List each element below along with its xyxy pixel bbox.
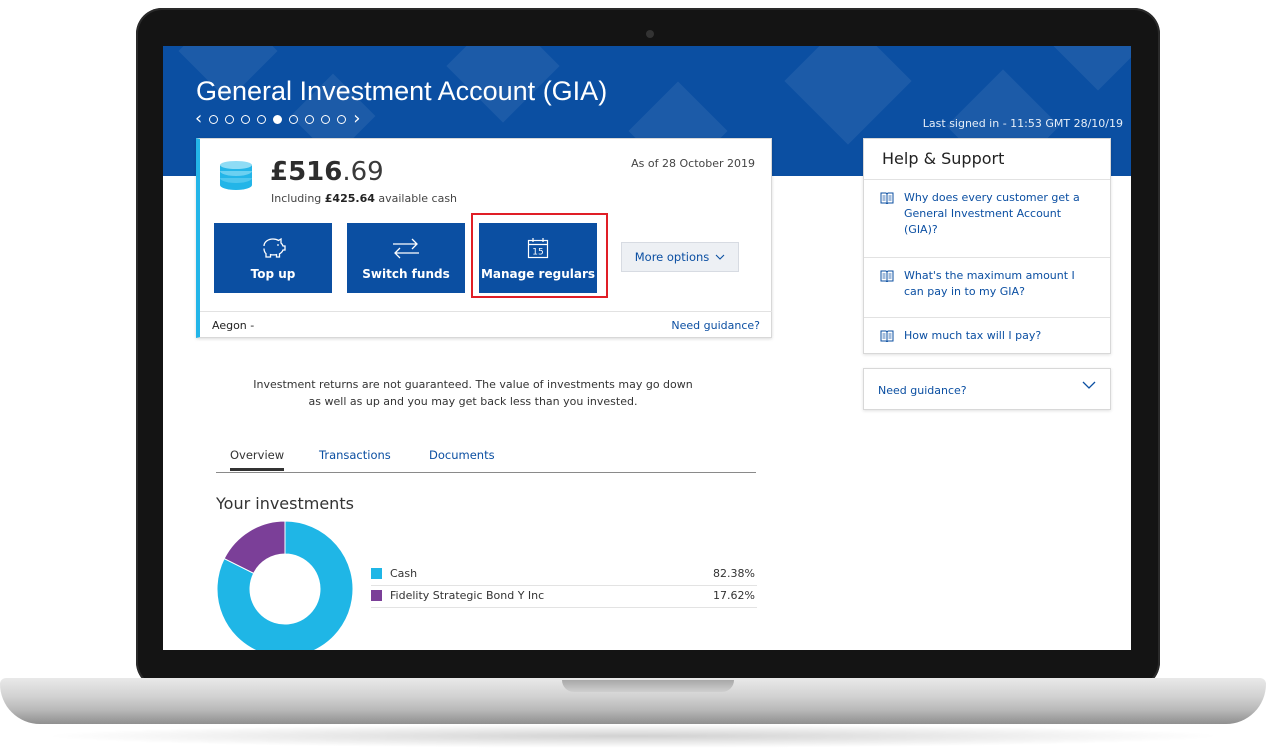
holding-name: Cash — [390, 567, 418, 580]
tab-documents[interactable]: Documents — [429, 448, 495, 462]
legend-row-cash: Cash 82.38% — [371, 566, 757, 586]
carousel-prev-arrow[interactable]: ‹ — [195, 110, 202, 128]
account-tabs: Overview Transactions Documents — [216, 448, 756, 473]
carousel-next-arrow[interactable]: › — [353, 110, 360, 128]
help-item-label: How much tax will I pay? — [904, 329, 1042, 342]
holding-name: Fidelity Strategic Bond Y Inc — [390, 589, 545, 602]
help-support-panel: Help & Support Why does every customer g… — [863, 138, 1111, 354]
available-cash-amount: £425.64 — [324, 192, 375, 205]
chevron-down-icon — [715, 254, 725, 260]
cash-prefix: Including — [271, 192, 325, 205]
card-footer: Aegon - Need guidance? — [200, 311, 772, 339]
more-options-label: More options — [634, 250, 710, 264]
chevron-down-icon — [1082, 381, 1096, 389]
app-screen: General Investment Account (GIA) ‹ › Las… — [163, 46, 1131, 650]
balance-whole: £516 — [270, 157, 343, 187]
holding-percent: 82.38% — [713, 567, 755, 580]
book-icon — [880, 330, 894, 342]
top-up-button[interactable]: Top up — [214, 223, 332, 293]
legend-swatch-fidelity — [371, 590, 382, 601]
carousel-dot-active[interactable] — [273, 114, 283, 124]
investments-donut-chart — [216, 520, 354, 650]
investments-legend: Cash 82.38% Fidelity Strategic Bond Y In… — [371, 566, 757, 608]
balance-pence: .69 — [342, 157, 384, 187]
available-cash-note: Including £425.64 available cash — [271, 192, 457, 205]
laptop-base-notch — [562, 680, 734, 692]
disclaimer-line-2: as well as up and you may get back less … — [308, 395, 638, 408]
highlight-annotation — [471, 213, 608, 298]
carousel-dot[interactable] — [225, 114, 235, 124]
carousel-dot[interactable] — [337, 114, 347, 124]
page-title: General Investment Account (GIA) — [196, 76, 608, 106]
need-guidance-link[interactable]: Need guidance? — [671, 319, 760, 332]
provider-name: Aegon - — [212, 319, 255, 332]
laptop-camera — [646, 30, 654, 38]
need-guidance-panel[interactable]: Need guidance? — [863, 368, 1111, 410]
legend-swatch-cash — [371, 568, 382, 579]
help-title: Help & Support — [882, 149, 1005, 168]
legend-row-fidelity: Fidelity Strategic Bond Y Inc 17.62% — [371, 588, 757, 608]
piggy-bank-icon — [263, 237, 286, 258]
tab-overview[interactable]: Overview — [230, 448, 285, 471]
more-options-dropdown[interactable]: More options — [621, 242, 739, 272]
switch-funds-label: Switch funds — [362, 267, 450, 281]
last-signed-in: Last signed in - 11:53 GMT 28/10/19 — [922, 117, 1123, 130]
top-up-label: Top up — [250, 267, 296, 281]
tab-transactions[interactable]: Transactions — [319, 448, 391, 462]
help-item-label: What's the maximum amount I can pay in t… — [904, 269, 1075, 298]
coins-icon — [220, 161, 252, 190]
banner-pattern — [1048, 46, 1131, 91]
account-summary-card: £516.69 Including £425.64 available cash… — [196, 138, 772, 338]
carousel-dot[interactable] — [241, 114, 251, 124]
disclaimer-line-1: Investment returns are not guaranteed. T… — [253, 378, 693, 391]
help-item-tax[interactable]: How much tax will I pay? — [864, 317, 1110, 354]
holding-percent: 17.62% — [713, 589, 755, 602]
carousel-dot[interactable] — [209, 114, 219, 124]
carousel-dot[interactable] — [321, 114, 331, 124]
laptop-shadow — [40, 724, 1226, 748]
help-item-max-amount[interactable]: What's the maximum amount I can pay in t… — [864, 257, 1110, 308]
account-balance: £516.69 — [270, 157, 384, 187]
book-icon — [880, 192, 894, 204]
banner-pattern — [784, 46, 912, 145]
cash-suffix: available cash — [374, 192, 458, 205]
switch-funds-button[interactable]: Switch funds — [347, 223, 465, 293]
help-item-gia[interactable]: Why does every customer get a General In… — [864, 179, 1110, 246]
carousel-dot[interactable] — [289, 114, 299, 124]
risk-disclaimer: Investment returns are not guaranteed. T… — [223, 376, 723, 410]
need-guidance-label: Need guidance? — [878, 384, 967, 397]
carousel-dot[interactable] — [305, 114, 315, 124]
carousel-dot[interactable] — [257, 114, 267, 124]
switch-arrows-icon — [393, 238, 419, 259]
book-icon — [880, 270, 894, 282]
as-of-date: As of 28 October 2019 — [631, 157, 755, 170]
investments-title: Your investments — [216, 494, 354, 513]
help-item-label: Why does every customer get a General In… — [904, 191, 1080, 236]
account-carousel: ‹ › — [195, 110, 360, 128]
